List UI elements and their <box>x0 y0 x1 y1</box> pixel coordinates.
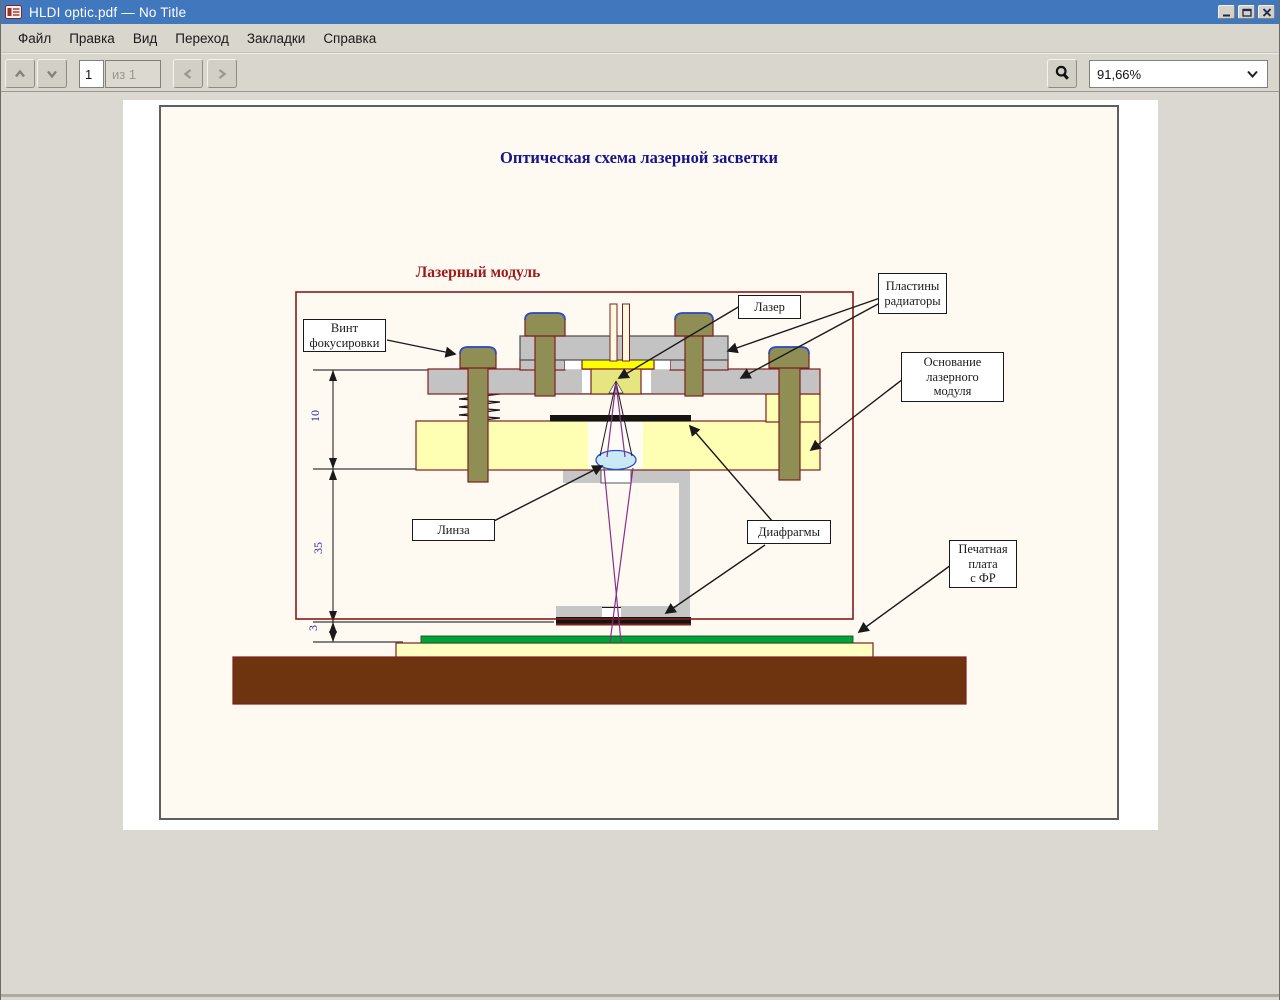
callout-text: Основание <box>902 355 1003 370</box>
pdf-content-canvas: Оптическая схема лазерной засветки Лазер… <box>159 105 1119 820</box>
menubar: Файл Правка Вид Переход Закладки Справка <box>1 24 1279 53</box>
lower-diaphragm-edge <box>556 624 691 626</box>
callout-module-base: Основание лазерного модуля <box>901 352 1004 402</box>
zoom-level-select[interactable]: 91,66% <box>1089 60 1268 88</box>
dimension-3: 3 <box>306 613 320 643</box>
callout-focus-screw: Винт фокусировки <box>303 319 386 352</box>
callout-text: модуля <box>902 384 1003 399</box>
pdf-page: Оптическая схема лазерной засветки Лазер… <box>123 100 1158 830</box>
callout-laser: Лазер <box>738 295 801 319</box>
menu-bookmarks[interactable]: Закладки <box>238 27 314 50</box>
document-viewport[interactable]: Оптическая схема лазерной засветки Лазер… <box>1 92 1279 997</box>
wooden-base <box>233 657 966 704</box>
maximize-button[interactable] <box>1238 5 1255 19</box>
callout-text: Печатная <box>950 542 1016 557</box>
callout-text: радиаторы <box>879 294 946 309</box>
callout-text: Пластины <box>879 279 946 294</box>
laser-module-title: Лазерный модуль <box>378 264 578 282</box>
pdf-document-icon <box>5 5 22 19</box>
menu-go[interactable]: Переход <box>166 27 238 50</box>
history-back-button[interactable] <box>173 59 203 88</box>
history-forward-button[interactable] <box>207 59 237 88</box>
minimize-icon <box>1222 8 1232 17</box>
page-total-label: из 1 <box>112 67 136 82</box>
pcb-board <box>421 636 853 643</box>
chevron-left-icon <box>182 67 194 81</box>
dimension-lines <box>313 370 554 642</box>
page-number-input[interactable] <box>79 60 104 88</box>
callout-lens: Линза <box>412 519 495 541</box>
menu-view[interactable]: Вид <box>124 27 166 50</box>
callout-text: Линза <box>413 523 494 538</box>
callout-diaphragms: Диафрагмы <box>747 520 831 544</box>
pcb-support <box>396 643 873 657</box>
focus-screw-shaft <box>468 364 488 482</box>
close-icon <box>1262 8 1272 17</box>
chevron-down-icon <box>1246 69 1259 79</box>
toolbar: из 1 91,66% <box>1 53 1279 92</box>
magnifier-icon <box>1054 65 1071 82</box>
pdf-viewer-window: HLDI optic.pdf — No Title <box>0 0 1280 1000</box>
chevron-right-icon <box>216 67 228 81</box>
callout-text: Диафрагмы <box>748 525 830 540</box>
next-page-button[interactable] <box>37 59 67 88</box>
callout-pcb: Печатная плата с ФР <box>949 540 1017 588</box>
titlebar[interactable]: HLDI optic.pdf — No Title <box>1 0 1279 24</box>
zoom-tool-button[interactable] <box>1047 59 1077 88</box>
menu-edit[interactable]: Правка <box>60 27 124 50</box>
callout-text: с ФР <box>950 571 1016 586</box>
window-title: HLDI optic.pdf — No Title <box>29 5 1218 20</box>
window-controls <box>1218 5 1275 19</box>
callout-text: лазерного <box>902 370 1003 385</box>
previous-page-button[interactable] <box>5 59 35 88</box>
minimize-button[interactable] <box>1218 5 1235 19</box>
callout-text: Винт <box>304 321 385 336</box>
optical-scheme-diagram <box>161 107 1117 818</box>
callout-text: плата <box>950 557 1016 572</box>
zoom-level-value: 91,66% <box>1097 67 1141 82</box>
lower-diaphragm <box>556 617 691 624</box>
focus-screw-cap <box>460 347 496 368</box>
callout-radiator-plates: Пластины радиаторы <box>878 273 947 314</box>
menu-help[interactable]: Справка <box>314 27 385 50</box>
callout-text: фокусировки <box>304 336 385 351</box>
dimension-35: 35 <box>311 533 325 563</box>
close-button[interactable] <box>1258 5 1275 19</box>
page-total-field: из 1 <box>105 60 161 88</box>
document-title: Оптическая схема лазерной засветки <box>161 148 1117 168</box>
chevron-up-icon <box>13 68 27 80</box>
callout-text: Лазер <box>739 300 800 315</box>
dimension-10: 10 <box>308 401 322 431</box>
menu-file[interactable]: Файл <box>9 27 60 50</box>
maximize-icon <box>1242 8 1252 17</box>
chevron-down-icon <box>45 68 59 80</box>
